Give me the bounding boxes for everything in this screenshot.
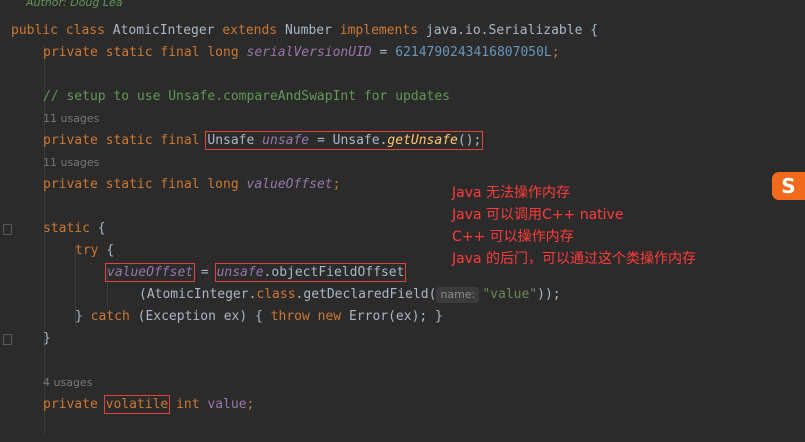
code-comment: // setup to use Unsafe.compareAndSwapInt… — [43, 89, 450, 104]
sogou-ime-logo-icon[interactable]: S — [772, 172, 805, 200]
unsafe-field: private static final Unsafe unsafe = Uns… — [43, 131, 484, 150]
fold-marker-icon[interactable] — [3, 334, 12, 345]
usages-hint[interactable]: 11 usages — [43, 152, 99, 174]
unsafe-call-highlight-box: unsafe.objectFieldOffset — [214, 263, 407, 282]
unsafe-highlight-box: Unsafe unsafe = Unsafe.getUnsafe(); — [205, 131, 484, 150]
static-block: static { — [43, 221, 106, 236]
class-declaration: public class AtomicInteger extends Numbe… — [11, 23, 599, 38]
catch-clause: } catch (Exception ex) { throw new Error… — [75, 309, 443, 324]
try-block: try { — [75, 243, 115, 258]
usages-hint[interactable]: 11 usages — [43, 108, 99, 130]
usages-hint[interactable]: 4 usages — [43, 372, 92, 394]
annotation-note: Java 无法操作内存 Java 可以调用C++ native C++ 可以操作… — [452, 182, 696, 270]
annotation-line: Java 无法操作内存 — [452, 185, 571, 201]
declared-field-call: (AtomicInteger.class.getDeclaredField(na… — [139, 287, 561, 303]
author-comment: Author: Doug Lea — [26, 0, 123, 9]
annotation-line: Java 可以调用C++ native — [452, 207, 624, 223]
value-field: private volatile int value; — [43, 395, 255, 414]
static-block-close: } — [43, 331, 51, 346]
volatile-highlight-box: volatile — [103, 395, 171, 414]
value-offset-assignment: valueOffset = unsafe.objectFieldOffset — [104, 263, 407, 282]
value-offset-field: private static final long valueOffset; — [43, 177, 341, 192]
annotation-line: Java 的后门，可以通过这个类操作内存 — [452, 251, 697, 267]
value-offset-highlight-box: valueOffset — [104, 263, 196, 282]
annotation-line: C++ 可以操作内存 — [452, 229, 574, 245]
fold-marker-icon[interactable] — [3, 224, 12, 235]
serial-version-field: private static final long serialVersionU… — [43, 45, 560, 60]
parameter-hint: name: — [436, 287, 480, 303]
